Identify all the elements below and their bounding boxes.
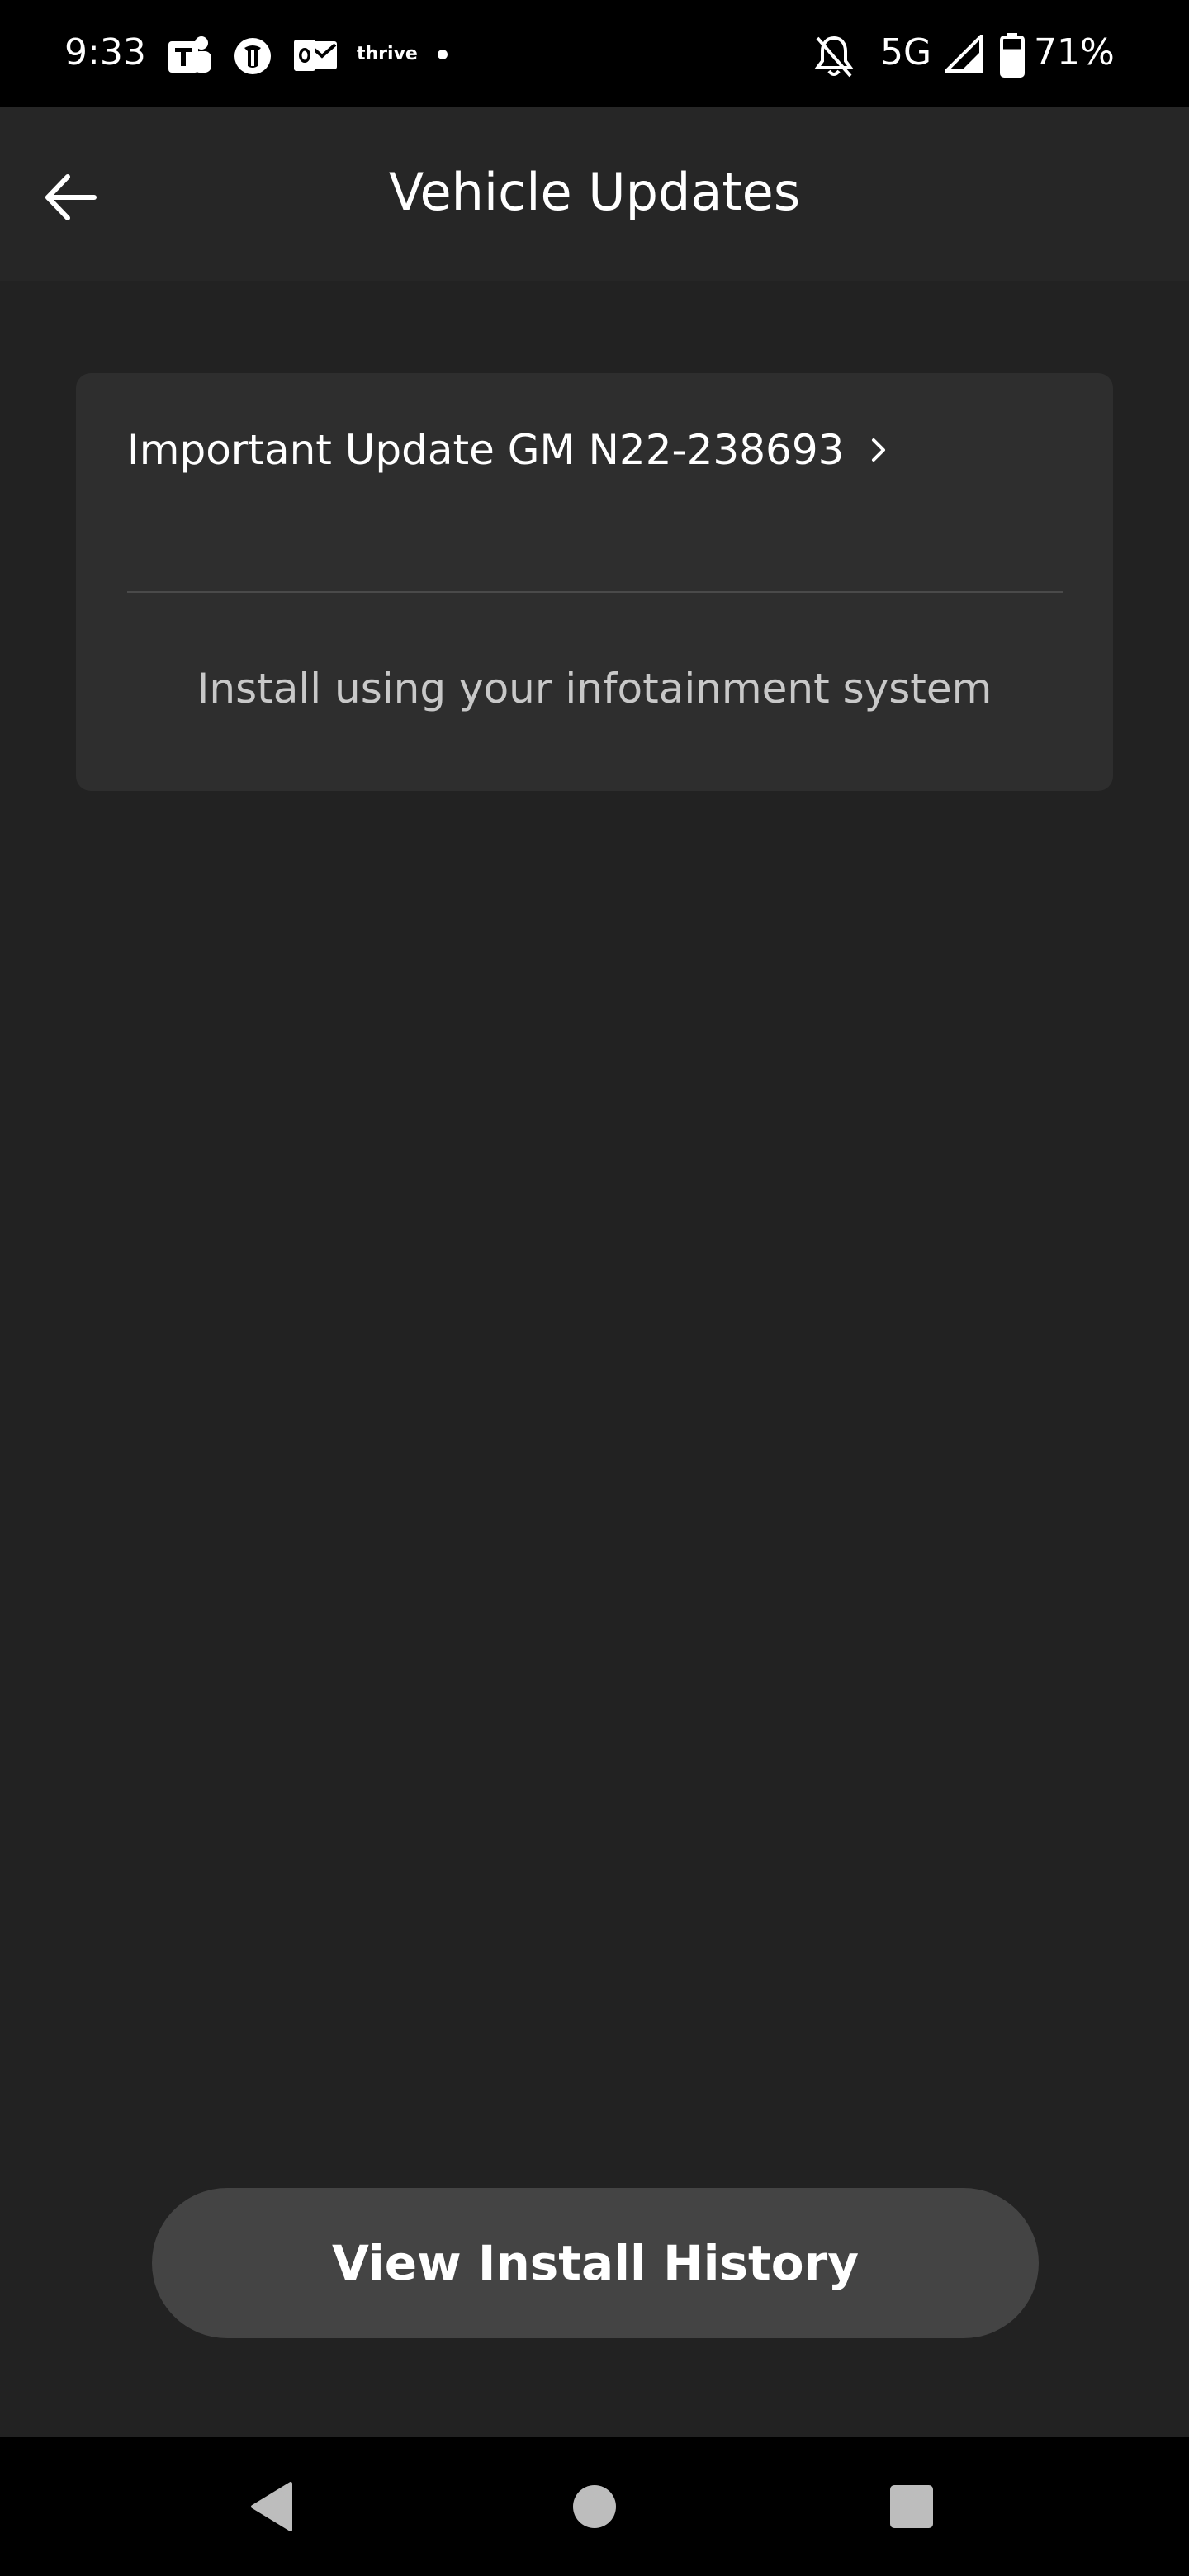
nav-home-button[interactable] (545, 2457, 644, 2556)
battery-icon (1000, 33, 1025, 78)
card-divider (127, 591, 1063, 593)
nav-recents-icon (890, 2485, 933, 2528)
status-bar: 9:33 thrive 5G 71% (0, 0, 1189, 107)
update-card: Important Update GM N22-238693 Install u… (76, 373, 1113, 791)
signal-icon (945, 35, 983, 73)
nav-back-icon (251, 2482, 292, 2531)
teams-icon (168, 36, 211, 73)
more-notifications-dot-icon (438, 50, 448, 59)
chevron-right-icon (872, 438, 886, 462)
app-bar: Vehicle Updates (0, 107, 1189, 281)
nav-recents-button[interactable] (862, 2457, 961, 2556)
notifications-off-icon (814, 36, 854, 78)
vehicle-updates-screen: 9:33 thrive 5G 71% Vehicle Updates Impor… (0, 0, 1189, 2576)
outlook-icon (294, 40, 337, 71)
view-install-history-label: View Install History (332, 2235, 859, 2291)
nav-back-button[interactable] (223, 2457, 322, 2556)
install-hint: Install using your infotainment system (197, 665, 992, 713)
network-type: 5G (880, 31, 932, 73)
battery-percentage: 71% (1034, 31, 1115, 73)
nav-home-icon (573, 2485, 616, 2528)
status-time: 9:33 (64, 31, 146, 73)
navigation-bar (0, 2437, 1189, 2576)
view-install-history-button[interactable]: View Install History (152, 2188, 1039, 2338)
update-details-link[interactable]: Important Update GM N22-238693 (127, 413, 893, 487)
nytimes-icon (234, 38, 271, 74)
thrive-icon: thrive (357, 44, 418, 64)
page-title: Vehicle Updates (388, 162, 801, 222)
update-title: Important Update GM N22-238693 (127, 426, 845, 474)
